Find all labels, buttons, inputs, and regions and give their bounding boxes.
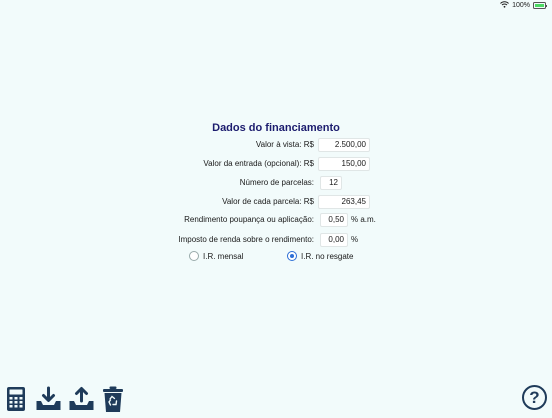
status-bar: 100%: [0, 0, 552, 11]
ir-resgate-label: I.R. no resgate: [301, 251, 354, 261]
ir-mensal-option[interactable]: I.R. mensal: [189, 251, 243, 261]
form-title: Dados do financiamento: [212, 122, 340, 134]
ir-mensal-radio[interactable]: [189, 251, 199, 261]
valor-parcela-input[interactable]: 263,45: [318, 195, 370, 209]
valor-entrada-input[interactable]: 150,00: [318, 157, 370, 171]
ir-resgate-radio[interactable]: [287, 251, 297, 261]
valor-vista-label: Valor à vista: R$: [255, 140, 314, 149]
help-icon[interactable]: ?: [522, 385, 547, 410]
valor-entrada-label: Valor da entrada (opcional): R$: [203, 159, 314, 168]
imposto-input[interactable]: 0,00: [320, 233, 348, 247]
battery-icon: [533, 2, 547, 9]
ir-mensal-label: I.R. mensal: [203, 251, 244, 261]
num-parcelas-input[interactable]: 12: [320, 176, 342, 190]
rendimento-unit: % a.m.: [351, 215, 376, 224]
num-parcelas-label: Número de parcelas:: [239, 178, 314, 187]
wifi-icon: [500, 1, 509, 10]
imposto-label: Imposto de renda sobre o rendimento:: [178, 235, 314, 244]
rendimento-input[interactable]: 0,50: [320, 213, 348, 227]
valor-parcela-label: Valor de cada parcela: R$: [222, 197, 314, 206]
upload-tray-icon[interactable]: [68, 386, 95, 417]
ir-resgate-option[interactable]: I.R. no resgate: [287, 251, 353, 261]
rendimento-label: Rendimento poupança ou aplicação:: [184, 215, 314, 224]
download-tray-icon[interactable]: [35, 386, 62, 417]
valor-vista-input[interactable]: 2.500,00: [318, 138, 370, 152]
imposto-unit: %: [351, 235, 359, 244]
battery-percentage: 100%: [512, 2, 530, 9]
calculator-icon[interactable]: [6, 386, 26, 417]
recycle-bin-icon[interactable]: [102, 386, 124, 418]
